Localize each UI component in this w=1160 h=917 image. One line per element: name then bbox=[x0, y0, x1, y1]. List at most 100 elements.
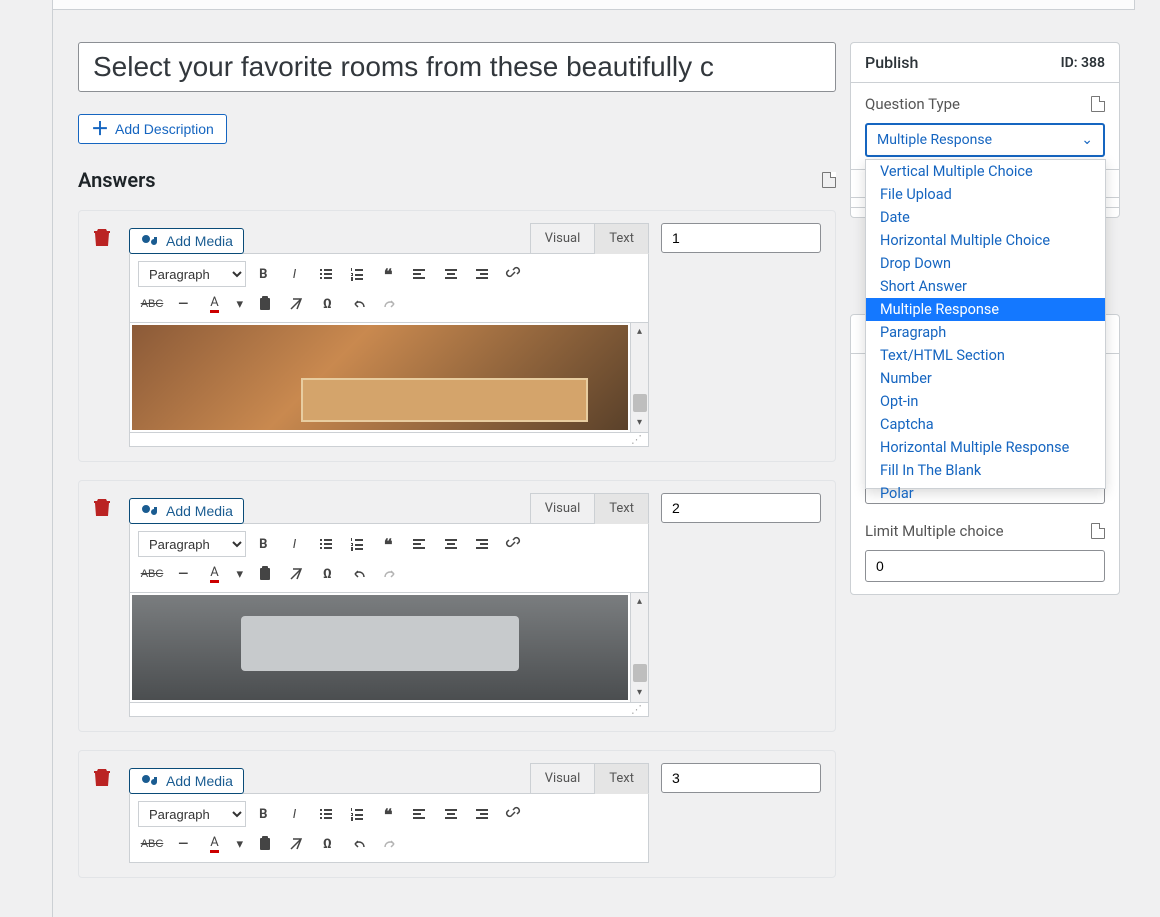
question-type-option[interactable]: Polar bbox=[866, 482, 1105, 505]
omega-button[interactable]: Ω bbox=[313, 290, 341, 318]
tab-visual[interactable]: Visual bbox=[530, 763, 596, 794]
align-center-button[interactable] bbox=[437, 260, 465, 288]
ol-button[interactable] bbox=[343, 530, 371, 558]
obscured-link[interactable] bbox=[851, 170, 857, 192]
align-center-button[interactable] bbox=[437, 530, 465, 558]
editor-content-area[interactable]: ▴ ▾ bbox=[129, 323, 649, 433]
question-type-select[interactable]: Multiple Response ⌄ bbox=[865, 123, 1105, 157]
doc-icon[interactable] bbox=[1091, 523, 1105, 539]
align-center-button[interactable] bbox=[437, 800, 465, 828]
block-format-select[interactable]: Paragraph bbox=[138, 261, 246, 287]
hr-button[interactable]: — bbox=[169, 290, 197, 318]
question-type-option[interactable]: File Upload bbox=[866, 183, 1105, 206]
tab-text[interactable]: Text bbox=[595, 493, 649, 524]
textcolor-picker-button[interactable]: ▾ bbox=[232, 290, 248, 318]
align-right-button[interactable] bbox=[468, 530, 496, 558]
question-type-option[interactable]: Vertical Multiple Choice bbox=[866, 160, 1105, 183]
clear-format-button[interactable] bbox=[282, 560, 310, 588]
add-media-button[interactable]: Add Media bbox=[129, 228, 244, 254]
bold-button[interactable]: B bbox=[249, 260, 277, 288]
textcolor-button[interactable]: A bbox=[200, 830, 228, 858]
align-left-button[interactable] bbox=[405, 260, 433, 288]
quote-button[interactable]: ❝ bbox=[374, 260, 402, 288]
question-type-option[interactable]: Multiple Response bbox=[866, 298, 1105, 321]
undo-button[interactable] bbox=[345, 830, 373, 858]
editor-resize-grip[interactable]: ⋰ bbox=[129, 433, 649, 447]
answer-points-input[interactable] bbox=[661, 763, 821, 793]
clear-format-button[interactable] bbox=[282, 830, 310, 858]
paste-button[interactable] bbox=[251, 830, 279, 858]
redo-button[interactable] bbox=[376, 560, 404, 588]
align-right-button[interactable] bbox=[468, 260, 496, 288]
hr-button[interactable]: — bbox=[169, 560, 197, 588]
redo-button[interactable] bbox=[376, 830, 404, 858]
paste-button[interactable] bbox=[251, 290, 279, 318]
editor-scrollbar[interactable]: ▴ ▾ bbox=[630, 323, 648, 432]
bold-button[interactable]: B bbox=[249, 800, 277, 828]
undo-button[interactable] bbox=[345, 290, 373, 318]
tab-visual[interactable]: Visual bbox=[530, 223, 596, 254]
editor-content-area[interactable]: ▴ ▾ bbox=[129, 593, 649, 703]
question-type-option[interactable]: Drop Down bbox=[866, 252, 1105, 275]
textcolor-picker-button[interactable]: ▾ bbox=[232, 830, 248, 858]
bold-button[interactable]: B bbox=[249, 530, 277, 558]
delete-answer-button[interactable] bbox=[93, 497, 111, 517]
strike-button[interactable]: ABC bbox=[138, 560, 166, 588]
add-media-button[interactable]: Add Media bbox=[129, 768, 244, 794]
ol-button[interactable] bbox=[343, 260, 371, 288]
tab-text[interactable]: Text bbox=[595, 223, 649, 254]
question-type-option[interactable]: Opt-in bbox=[866, 390, 1105, 413]
tab-visual[interactable]: Visual bbox=[530, 493, 596, 524]
textcolor-button[interactable]: A bbox=[200, 290, 228, 318]
ol-button[interactable] bbox=[343, 800, 371, 828]
editor-scrollbar[interactable]: ▴ ▾ bbox=[630, 593, 648, 702]
delete-answer-button[interactable] bbox=[93, 227, 111, 247]
question-title-input[interactable] bbox=[78, 42, 836, 92]
link-button[interactable] bbox=[499, 800, 527, 828]
clear-format-button[interactable] bbox=[282, 290, 310, 318]
ul-button[interactable] bbox=[312, 800, 340, 828]
ul-button[interactable] bbox=[312, 530, 340, 558]
question-type-option[interactable]: Paragraph bbox=[866, 321, 1105, 344]
question-type-option[interactable]: Number bbox=[866, 367, 1105, 390]
question-type-option[interactable]: Captcha bbox=[866, 413, 1105, 436]
strike-button[interactable]: ABC bbox=[138, 290, 166, 318]
delete-answer-button[interactable] bbox=[93, 767, 111, 787]
link-button[interactable] bbox=[499, 530, 527, 558]
question-type-option[interactable]: Fill In The Blank bbox=[866, 459, 1105, 482]
italic-button[interactable]: I bbox=[280, 530, 308, 558]
omega-button[interactable]: Ω bbox=[313, 830, 341, 858]
italic-button[interactable]: I bbox=[280, 800, 308, 828]
doc-icon[interactable] bbox=[822, 172, 836, 188]
question-type-option[interactable]: Horizontal Multiple Response bbox=[866, 436, 1105, 459]
block-format-select[interactable]: Paragraph bbox=[138, 531, 246, 557]
editor-resize-grip[interactable]: ⋰ bbox=[129, 703, 649, 717]
question-type-option[interactable]: Text/HTML Section bbox=[866, 344, 1105, 367]
align-left-button[interactable] bbox=[405, 530, 433, 558]
question-type-option[interactable]: Short Answer bbox=[866, 275, 1105, 298]
question-type-option[interactable]: Date bbox=[866, 206, 1105, 229]
question-type-option[interactable]: Horizontal Multiple Choice bbox=[866, 229, 1105, 252]
align-right-button[interactable] bbox=[468, 800, 496, 828]
paste-button[interactable] bbox=[251, 560, 279, 588]
answer-points-input[interactable] bbox=[661, 493, 821, 523]
limit-input[interactable] bbox=[865, 550, 1105, 582]
hr-button[interactable]: — bbox=[169, 830, 197, 858]
tab-text[interactable]: Text bbox=[595, 763, 649, 794]
add-description-button[interactable]: ＋ Add Description bbox=[78, 114, 227, 144]
redo-button[interactable] bbox=[376, 290, 404, 318]
align-left-button[interactable] bbox=[405, 800, 433, 828]
textcolor-button[interactable]: A bbox=[200, 560, 228, 588]
omega-button[interactable]: Ω bbox=[313, 560, 341, 588]
undo-button[interactable] bbox=[345, 560, 373, 588]
answer-points-input[interactable] bbox=[661, 223, 821, 253]
block-format-select[interactable]: Paragraph bbox=[138, 801, 246, 827]
ul-button[interactable] bbox=[312, 260, 340, 288]
doc-icon[interactable] bbox=[1091, 96, 1105, 112]
quote-button[interactable]: ❝ bbox=[374, 530, 402, 558]
add-media-button[interactable]: Add Media bbox=[129, 498, 244, 524]
strike-button[interactable]: ABC bbox=[138, 830, 166, 858]
italic-button[interactable]: I bbox=[280, 260, 308, 288]
quote-button[interactable]: ❝ bbox=[374, 800, 402, 828]
link-button[interactable] bbox=[499, 260, 527, 288]
